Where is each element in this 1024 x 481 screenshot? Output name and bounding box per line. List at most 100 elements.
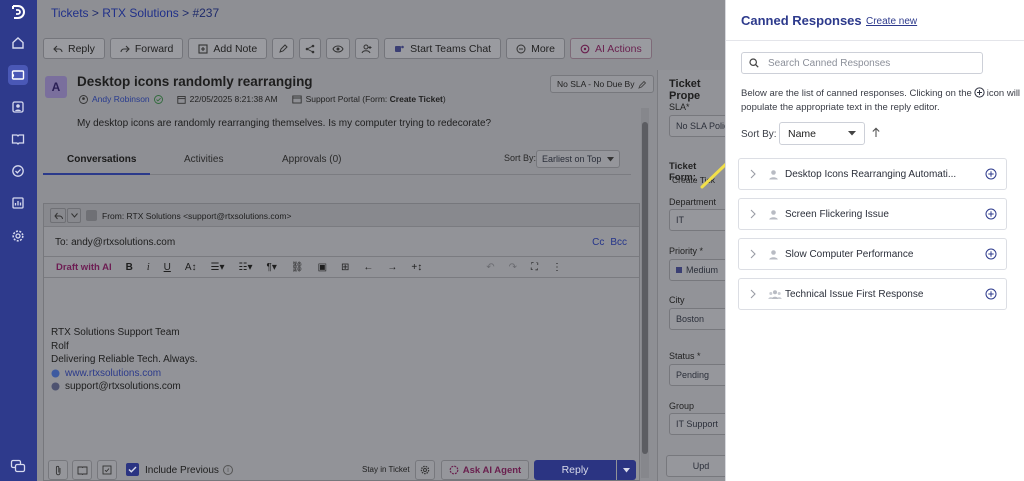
attach-button[interactable]	[48, 460, 68, 480]
cc-link[interactable]: Cc	[592, 237, 604, 248]
user-icon	[769, 250, 778, 260]
italic-icon[interactable]: i	[147, 262, 150, 273]
font-size-icon[interactable]: A↕	[185, 262, 197, 273]
globe-icon	[51, 369, 60, 378]
more-vertical-icon[interactable]: ⋮	[552, 262, 562, 273]
chat-icon[interactable]	[8, 456, 28, 476]
priority-field[interactable]: Medium	[669, 259, 733, 281]
requester-name[interactable]: Andy Robinson	[92, 94, 150, 104]
breadcrumb-company[interactable]: RTX Solutions	[102, 6, 178, 20]
department-field[interactable]: IT	[669, 209, 733, 231]
add-note-button[interactable]: Add Note	[188, 38, 268, 59]
ticket-date: 22/05/2025 8:21:38 AM	[177, 94, 278, 104]
stay-in-ticket-settings[interactable]	[415, 460, 435, 480]
paragraph-icon[interactable]: ¶▾	[266, 262, 276, 273]
city-field[interactable]: Boston	[669, 308, 733, 330]
canned-response-item[interactable]: Desktop Icons Rearranging Automati...	[738, 158, 1007, 190]
reply-options-dropdown[interactable]	[617, 460, 636, 480]
draft-with-ai-button[interactable]: Draft with AI	[56, 262, 112, 273]
ticket-icon[interactable]	[8, 65, 28, 85]
bullet-list-icon[interactable]: ☷▾	[239, 262, 253, 273]
home-icon[interactable]	[8, 33, 28, 53]
signature-website[interactable]: www.rtxsolutions.com	[65, 367, 161, 381]
ai-actions-label: AI Actions	[595, 42, 642, 55]
add-circle-icon[interactable]	[985, 168, 997, 180]
canned-response-item[interactable]: Technical Issue First Response	[738, 278, 1007, 310]
bold-icon[interactable]: B	[126, 262, 133, 273]
add-circle-icon[interactable]	[985, 248, 997, 260]
bcc-link[interactable]: Bcc	[610, 237, 627, 248]
to-field[interactable]: To: andy@rtxsolutions.com	[55, 237, 175, 248]
fullscreen-icon[interactable]: ⛶	[531, 262, 538, 273]
requester[interactable]: Andy Robinson	[79, 94, 163, 104]
send-reply-button[interactable]: Reply	[534, 460, 616, 480]
image-icon[interactable]: ▣	[318, 262, 327, 273]
priority-label: Priority *	[669, 246, 704, 256]
outdent-icon[interactable]: ←	[363, 262, 373, 273]
chevron-right-icon[interactable]	[749, 289, 757, 299]
chevron-right-icon[interactable]	[749, 169, 757, 179]
sort-select[interactable]: Earliest on Top	[536, 150, 620, 168]
settings-icon[interactable]	[8, 226, 28, 246]
sla-badge[interactable]: No SLA - No Due By	[550, 75, 655, 93]
canned-response-label: Technical Issue First Response	[785, 289, 924, 300]
insert-icon[interactable]: +↕	[411, 262, 422, 273]
ticket-date-value: 22/05/2025 8:21:38 AM	[189, 94, 278, 104]
table-icon[interactable]: ⊞	[341, 262, 349, 273]
source-prefix: Support Portal (Form:	[305, 94, 390, 104]
canned-responses-panel: Canned Responses Create new Below are th…	[725, 0, 1024, 481]
add-circle-icon[interactable]	[985, 288, 997, 300]
create-new-link[interactable]: Create new	[866, 16, 917, 27]
reply-button[interactable]: Reply	[43, 38, 105, 59]
tab-conversations[interactable]: Conversations	[67, 154, 136, 165]
sort-ascending-icon[interactable]	[871, 127, 881, 138]
insert-kb-button[interactable]	[72, 460, 92, 480]
forward-button[interactable]: Forward	[109, 38, 184, 59]
ask-ai-agent-button[interactable]: Ask AI Agent	[441, 460, 529, 480]
reports-icon[interactable]	[8, 193, 28, 213]
indent-icon[interactable]: →	[387, 262, 397, 273]
logo-icon[interactable]	[8, 2, 28, 22]
contacts-icon[interactable]	[8, 97, 28, 117]
info-icon[interactable]: i	[223, 465, 233, 475]
from-field[interactable]: From: RTX Solutions <support@rtxsolution…	[102, 211, 291, 221]
tab-activities[interactable]: Activities	[184, 154, 223, 165]
reply-mode-dropdown[interactable]	[67, 208, 81, 223]
requester-avatar: A	[45, 76, 67, 98]
sla-field[interactable]: No SLA Polic	[669, 115, 733, 137]
tasks-icon[interactable]	[8, 161, 28, 181]
chevron-right-icon[interactable]	[749, 249, 757, 259]
edit-button[interactable]	[272, 38, 295, 59]
knowledge-base-icon[interactable]	[8, 129, 28, 149]
share-button[interactable]	[299, 38, 322, 59]
ask-ai-label: Ask AI Agent	[462, 464, 522, 476]
panel-sort-label: Sort By:	[741, 129, 777, 140]
breadcrumb-tickets[interactable]: Tickets	[51, 6, 89, 20]
add-circle-icon[interactable]	[985, 208, 997, 220]
sort-value: Earliest on Top	[542, 154, 602, 164]
group-label: Group	[669, 401, 695, 411]
include-previous-checkbox[interactable]	[126, 463, 139, 476]
insert-canned-button[interactable]	[97, 460, 117, 480]
redo-icon[interactable]: ↷	[509, 262, 517, 273]
link-icon[interactable]: ⛓	[291, 262, 304, 273]
scrollbar-thumb[interactable]	[642, 122, 648, 454]
underline-icon[interactable]: U	[164, 262, 171, 273]
reply-mode-button[interactable]	[50, 208, 66, 223]
conversation-scrollbar[interactable]	[641, 108, 649, 478]
ai-actions-button[interactable]: AI Actions	[570, 38, 652, 59]
tab-approvals[interactable]: Approvals (0)	[282, 154, 341, 165]
start-teams-chat-button[interactable]: Start Teams Chat	[384, 38, 502, 59]
canned-response-item[interactable]: Screen Flickering Issue	[738, 198, 1007, 230]
group-field[interactable]: IT Support	[669, 413, 733, 435]
more-button[interactable]: More	[506, 38, 566, 59]
numbered-list-icon[interactable]: ☰▾	[211, 262, 225, 273]
chevron-right-icon[interactable]	[749, 209, 757, 219]
canned-search-input[interactable]	[768, 57, 968, 69]
watch-button[interactable]	[326, 38, 351, 59]
panel-sort-select[interactable]: Name	[779, 122, 865, 145]
undo-icon[interactable]: ↶	[486, 262, 494, 273]
assign-button[interactable]	[355, 38, 380, 59]
status-field[interactable]: Pending	[669, 364, 733, 386]
canned-response-item[interactable]: Slow Computer Performance	[738, 238, 1007, 270]
